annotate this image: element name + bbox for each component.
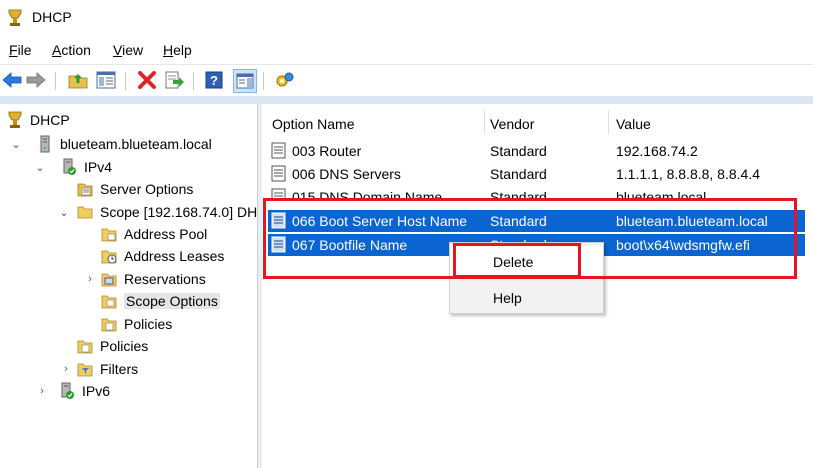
option-icon xyxy=(271,142,286,159)
cell-value: 192.168.74.2 xyxy=(616,143,698,159)
column-header-vendor[interactable]: Vendor xyxy=(490,116,534,132)
tree-item-label: Filters xyxy=(100,361,139,377)
up-folder-icon[interactable] xyxy=(68,70,88,90)
chevron-right-icon[interactable]: › xyxy=(58,363,74,375)
svg-text:?: ? xyxy=(210,73,218,88)
tree-item-label: DHCP xyxy=(30,112,70,128)
tree-item-label: IPv6 xyxy=(82,383,111,399)
menu-file[interactable]: File xyxy=(9,42,32,58)
cell-value: 1.1.1.1, 8.8.8.8, 8.8.4.4 xyxy=(616,166,760,182)
toolbar-separator xyxy=(125,72,126,90)
tree-item-label: Scope Options xyxy=(124,293,220,309)
tree-item-ipv6[interactable]: › IPv6 xyxy=(34,380,110,402)
table-row[interactable]: 006 DNS Servers Standard 1.1.1.1, 8.8.8.… xyxy=(268,163,805,185)
options-icon xyxy=(76,180,94,198)
menu-view[interactable]: View xyxy=(113,42,143,58)
tree-item-label: IPv4 xyxy=(84,159,113,175)
menu-bar: File Action View Help xyxy=(0,38,813,64)
tree-item-label: Address Leases xyxy=(124,248,225,264)
context-menu-help[interactable]: Help xyxy=(450,282,603,312)
tree-item-scope-policies[interactable]: Policies xyxy=(100,313,172,335)
toolbar-separator xyxy=(55,72,56,90)
server-icon xyxy=(36,135,54,153)
toolbar-separator xyxy=(193,72,194,90)
dhcp-icon xyxy=(6,111,24,129)
option-icon xyxy=(271,165,286,182)
tree-item-server-options[interactable]: Server Options xyxy=(76,178,193,200)
column-header-option-name[interactable]: Option Name xyxy=(272,116,354,132)
tree-item-label: blueteam.blueteam.local xyxy=(60,136,212,152)
ipv4-icon xyxy=(60,158,78,176)
folder-icon xyxy=(100,315,118,333)
tree-item-scope[interactable]: ⌄ Scope [192.168.74.0] DH xyxy=(56,201,257,223)
window-title: DHCP xyxy=(32,9,72,25)
tree-item-scope-options[interactable]: Scope Options xyxy=(100,290,220,312)
folder-icon xyxy=(76,203,94,221)
folder-icon xyxy=(100,292,118,310)
table-row[interactable]: 003 Router Standard 192.168.74.2 xyxy=(268,140,805,162)
folder-icon xyxy=(76,337,94,355)
cell-option-name: 006 DNS Servers xyxy=(292,166,401,182)
column-divider[interactable] xyxy=(608,110,609,134)
action-icon[interactable] xyxy=(275,70,295,90)
chevron-down-icon[interactable]: ⌄ xyxy=(8,138,24,151)
toolbar-separator xyxy=(263,72,264,90)
pane-header-strip xyxy=(0,96,813,104)
chevron-right-icon[interactable]: › xyxy=(82,273,98,285)
back-icon[interactable] xyxy=(2,70,22,90)
cell-vendor: Standard xyxy=(490,143,547,159)
toolbar: ? xyxy=(0,65,813,95)
delete-icon[interactable] xyxy=(137,70,157,90)
tree-item-label: Policies xyxy=(124,316,173,332)
tree-item-label: Address Pool xyxy=(124,226,208,242)
tree-item-label: Server Options xyxy=(100,181,194,197)
tree-item-ipv4-policies[interactable]: Policies xyxy=(76,335,148,357)
tree-item-address-pool[interactable]: Address Pool xyxy=(100,223,207,245)
title-bar: DHCP xyxy=(0,0,813,36)
dhcp-app-icon xyxy=(8,9,22,26)
chevron-down-icon[interactable]: ⌄ xyxy=(32,161,48,174)
column-divider[interactable] xyxy=(484,110,485,134)
tree-pane: DHCP ⌄ blueteam.blueteam.local ⌄ IPv4 Se… xyxy=(2,104,258,468)
tree-item-label: Scope [192.168.74.0] DH xyxy=(100,204,258,220)
export-list-icon[interactable] xyxy=(164,70,184,90)
tree-item-label: Policies xyxy=(100,338,149,354)
tree-item-ipv4[interactable]: ⌄ IPv4 xyxy=(32,156,112,178)
tree-item-dhcp[interactable]: DHCP xyxy=(6,109,70,131)
tree-item-filters[interactable]: › Filters xyxy=(58,358,138,380)
menu-help[interactable]: Help xyxy=(163,42,192,58)
ipv6-icon xyxy=(58,382,76,400)
tree-item-address-leases[interactable]: Address Leases xyxy=(100,245,224,267)
folder-clock-icon xyxy=(100,247,118,265)
menu-item-label: Help xyxy=(493,290,522,306)
cell-option-name: 003 Router xyxy=(292,143,362,159)
tree-item-label: Reservations xyxy=(124,271,206,287)
tree-item-server[interactable]: ⌄ blueteam.blueteam.local xyxy=(8,133,212,155)
show-hide-tree-icon[interactable] xyxy=(96,70,116,90)
chevron-down-icon[interactable]: ⌄ xyxy=(56,206,72,219)
folder-icon xyxy=(100,225,118,243)
filter-icon xyxy=(76,360,94,378)
cell-vendor: Standard xyxy=(490,166,547,182)
column-header-value[interactable]: Value xyxy=(616,116,651,132)
forward-icon[interactable] xyxy=(26,70,46,90)
help-icon[interactable]: ? xyxy=(204,70,224,90)
annotation-highlight-delete xyxy=(453,243,581,278)
menu-action[interactable]: Action xyxy=(52,42,91,58)
properties-icon[interactable] xyxy=(233,69,257,93)
tree-item-reservations[interactable]: › Reservations xyxy=(82,268,206,290)
folder-icon xyxy=(100,270,118,288)
chevron-right-icon[interactable]: › xyxy=(34,385,50,397)
